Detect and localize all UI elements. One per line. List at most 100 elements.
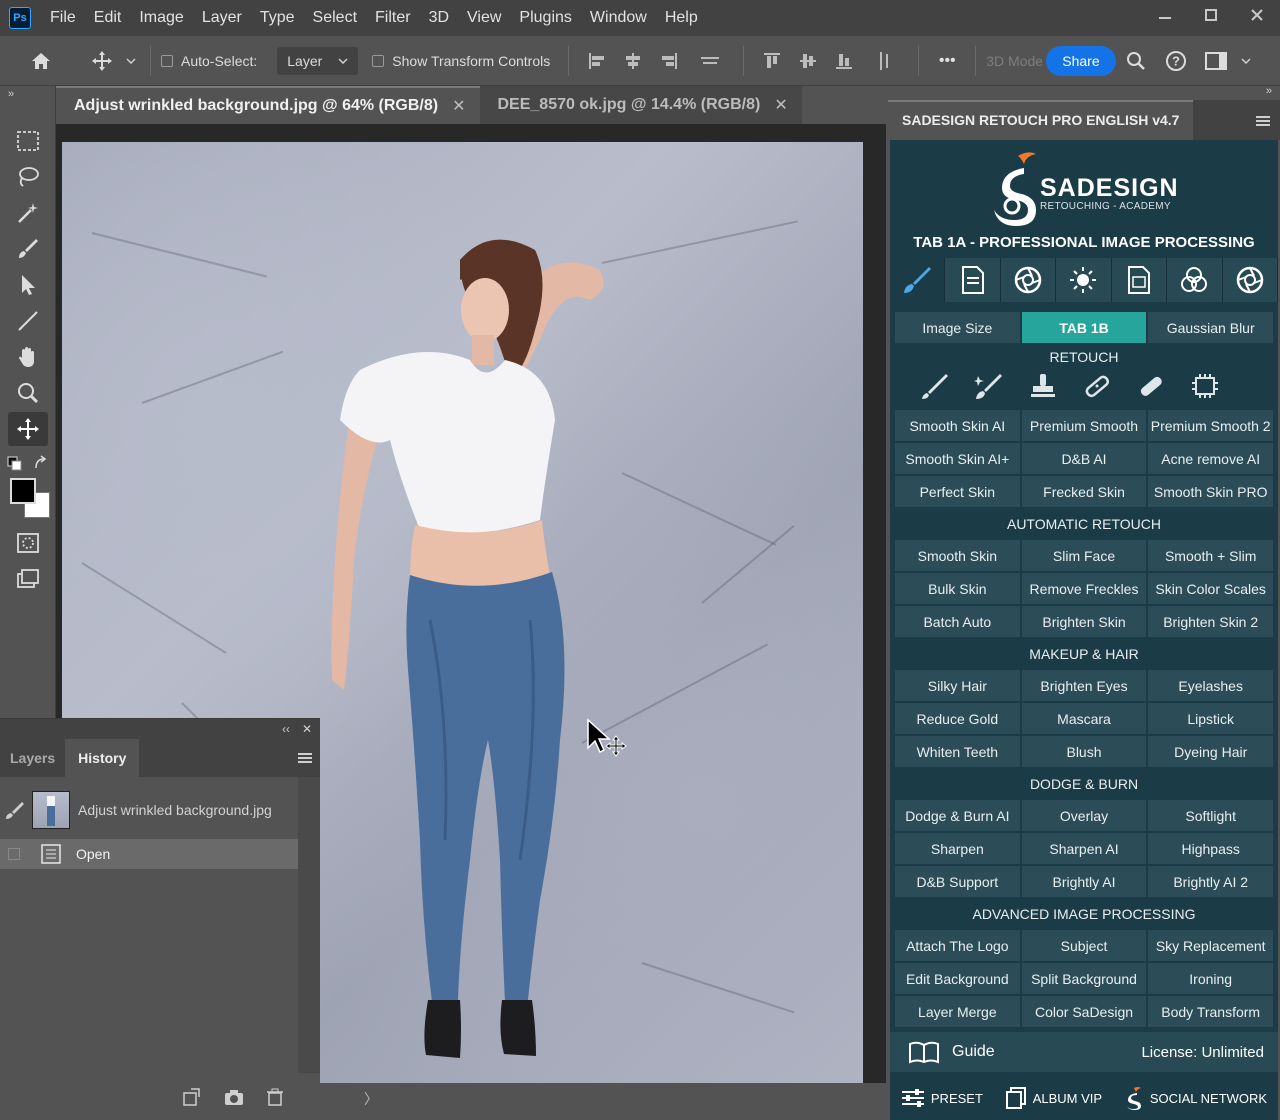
clone-stamp-icon[interactable] [1028, 372, 1058, 400]
align-right-icon[interactable] [651, 36, 687, 86]
chevron-down-icon[interactable] [122, 36, 140, 86]
color-sadesign-button[interactable]: Color SaDesign [1021, 996, 1147, 1027]
mascara-button[interactable]: Mascara [1021, 703, 1147, 734]
collapse-panel-icon[interactable]: » [1266, 85, 1272, 97]
menu-filter[interactable]: Filter [366, 0, 420, 36]
dyeing-hair-button[interactable]: Dyeing Hair [1148, 736, 1274, 767]
tab-1b-button[interactable]: TAB 1B [1021, 312, 1147, 343]
align-center-icon[interactable] [615, 36, 651, 86]
tab-retouch-brush-icon[interactable] [890, 258, 946, 302]
align-bottom-icon[interactable] [826, 36, 862, 86]
lipstick-button[interactable]: Lipstick [1148, 703, 1274, 734]
help-icon[interactable]: ? [1156, 36, 1196, 86]
album-vip-button[interactable]: ALBUM VIP [1005, 1087, 1102, 1109]
silky-hair-button[interactable]: Silky Hair [895, 670, 1020, 701]
menu-image[interactable]: Image [130, 0, 192, 36]
dodge-burn-ai-button[interactable]: Dodge & Burn AI [895, 800, 1020, 831]
swap-colors-icon[interactable] [6, 454, 50, 474]
eyelashes-button[interactable]: Eyelashes [1148, 670, 1274, 701]
screen-mode-icon[interactable] [8, 562, 48, 596]
color-swatches[interactable] [10, 478, 52, 520]
healing-brush-icon[interactable] [974, 372, 1004, 400]
slim-face-button[interactable]: Slim Face [1021, 540, 1147, 571]
menu-view[interactable]: View [458, 0, 510, 36]
premium-smooth-button[interactable]: Premium Smooth [1021, 410, 1147, 441]
brighten-skin-2-button[interactable]: Brighten Skin 2 [1148, 606, 1274, 637]
overlay-button[interactable]: Overlay [1021, 800, 1147, 831]
close-icon[interactable]: ✕ [452, 96, 465, 116]
menu-file[interactable]: File [41, 0, 85, 36]
patch-tool-icon[interactable] [1136, 372, 1166, 400]
layer-merge-button[interactable]: Layer Merge [895, 996, 1020, 1027]
db-ai-button[interactable]: D&B AI [1021, 443, 1147, 474]
tab-brightness-icon[interactable] [1056, 258, 1112, 302]
auto-select-dropdown[interactable]: Layer [277, 46, 359, 75]
brighten-eyes-button[interactable]: Brighten Eyes [1021, 670, 1147, 701]
history-state-checkbox[interactable] [8, 848, 20, 860]
softlight-button[interactable]: Softlight [1148, 800, 1274, 831]
plugin-panel-title[interactable]: SADESIGN RETOUCH PRO ENGLISH v4.7 [888, 100, 1194, 140]
split-background-button[interactable]: Split Background [1021, 963, 1147, 994]
tab-color-circles-icon[interactable] [1167, 258, 1223, 302]
history-brush-icon[interactable] [4, 800, 26, 820]
panel-menu-icon[interactable] [298, 751, 312, 769]
photoshop-logo[interactable]: Ps [9, 7, 31, 29]
tab-document-icon[interactable] [945, 258, 1001, 302]
brightly-ai-button[interactable]: Brightly AI [1021, 866, 1147, 897]
magic-wand-icon[interactable] [8, 196, 48, 230]
premium-smooth-2-button[interactable]: Premium Smooth 2 [1148, 410, 1274, 441]
trash-icon[interactable] [266, 1088, 284, 1106]
tab-aperture-icon[interactable] [1000, 258, 1057, 302]
smooth-skin-button[interactable]: Smooth Skin [895, 540, 1020, 571]
align-middle-icon[interactable] [790, 36, 826, 86]
guide-button[interactable]: Guide [952, 1043, 995, 1061]
tab-3d-document-icon[interactable] [1111, 258, 1168, 302]
close-window-icon[interactable] [1234, 0, 1280, 30]
hand-tool-icon[interactable] [8, 340, 48, 374]
gaussian-blur-button[interactable]: Gaussian Blur [1148, 312, 1274, 343]
expand-panel-icon[interactable]: » [8, 88, 14, 100]
sky-replacement-button[interactable]: Sky Replacement [1148, 930, 1274, 961]
reduce-gold-button[interactable]: Reduce Gold [895, 703, 1020, 734]
sharpen-button[interactable]: Sharpen [895, 833, 1020, 864]
more-options-icon[interactable]: ••• [929, 52, 965, 70]
menu-help[interactable]: Help [656, 0, 707, 36]
image-size-button[interactable]: Image Size [895, 312, 1020, 343]
scroll-right-icon[interactable]: 〉 [364, 1089, 378, 1109]
book-icon[interactable] [908, 1040, 940, 1064]
doc-tab-active[interactable]: Adjust wrinkled background.jpg @ 64% (RG… [56, 86, 480, 124]
social-network-button[interactable]: SOCIAL NETWORK [1124, 1086, 1267, 1110]
sharpen-ai-button[interactable]: Sharpen AI [1021, 833, 1147, 864]
batch-auto-button[interactable]: Batch Auto [895, 606, 1020, 637]
whiten-teeth-button[interactable]: Whiten Teeth [895, 736, 1020, 767]
camera-icon[interactable] [224, 1088, 244, 1106]
close-panel-icon[interactable]: ✕ [302, 722, 312, 736]
smooth-skin-ai-button[interactable]: Smooth Skin AI [895, 410, 1020, 441]
body-transform-button[interactable]: Body Transform [1148, 996, 1274, 1027]
menu-type[interactable]: Type [251, 0, 304, 36]
workspace-icon[interactable] [1196, 36, 1236, 86]
close-icon[interactable]: ✕ [774, 95, 787, 115]
3d-mode-label[interactable]: 3D Mode [986, 53, 1042, 69]
menu-plugins[interactable]: Plugins [510, 0, 580, 36]
menu-layer[interactable]: Layer [193, 0, 251, 36]
share-button[interactable]: Share [1046, 45, 1116, 76]
home-icon[interactable] [0, 36, 82, 86]
blush-button[interactable]: Blush [1021, 736, 1147, 767]
brighten-skin-button[interactable]: Brighten Skin [1021, 606, 1147, 637]
search-icon[interactable] [1116, 36, 1156, 86]
chevron-down-icon[interactable] [1236, 36, 1256, 86]
brightly-ai-2-button[interactable]: Brightly AI 2 [1148, 866, 1274, 897]
tab-layers[interactable]: Layers [0, 739, 65, 777]
menu-window[interactable]: Window [581, 0, 656, 36]
line-tool-icon[interactable] [8, 304, 48, 338]
foreground-color-swatch[interactable] [10, 478, 36, 504]
menu-select[interactable]: Select [304, 0, 366, 36]
frecked-skin-button[interactable]: Frecked Skin [1021, 476, 1147, 507]
perfect-skin-button[interactable]: Perfect Skin [895, 476, 1020, 507]
auto-select-checkbox[interactable] [161, 54, 173, 67]
show-transform-checkbox[interactable] [372, 54, 385, 67]
move-tool-icon[interactable] [82, 36, 122, 86]
preset-button[interactable]: PRESET [901, 1088, 983, 1108]
collapse-panel-icon[interactable]: ‹‹ [282, 722, 290, 736]
